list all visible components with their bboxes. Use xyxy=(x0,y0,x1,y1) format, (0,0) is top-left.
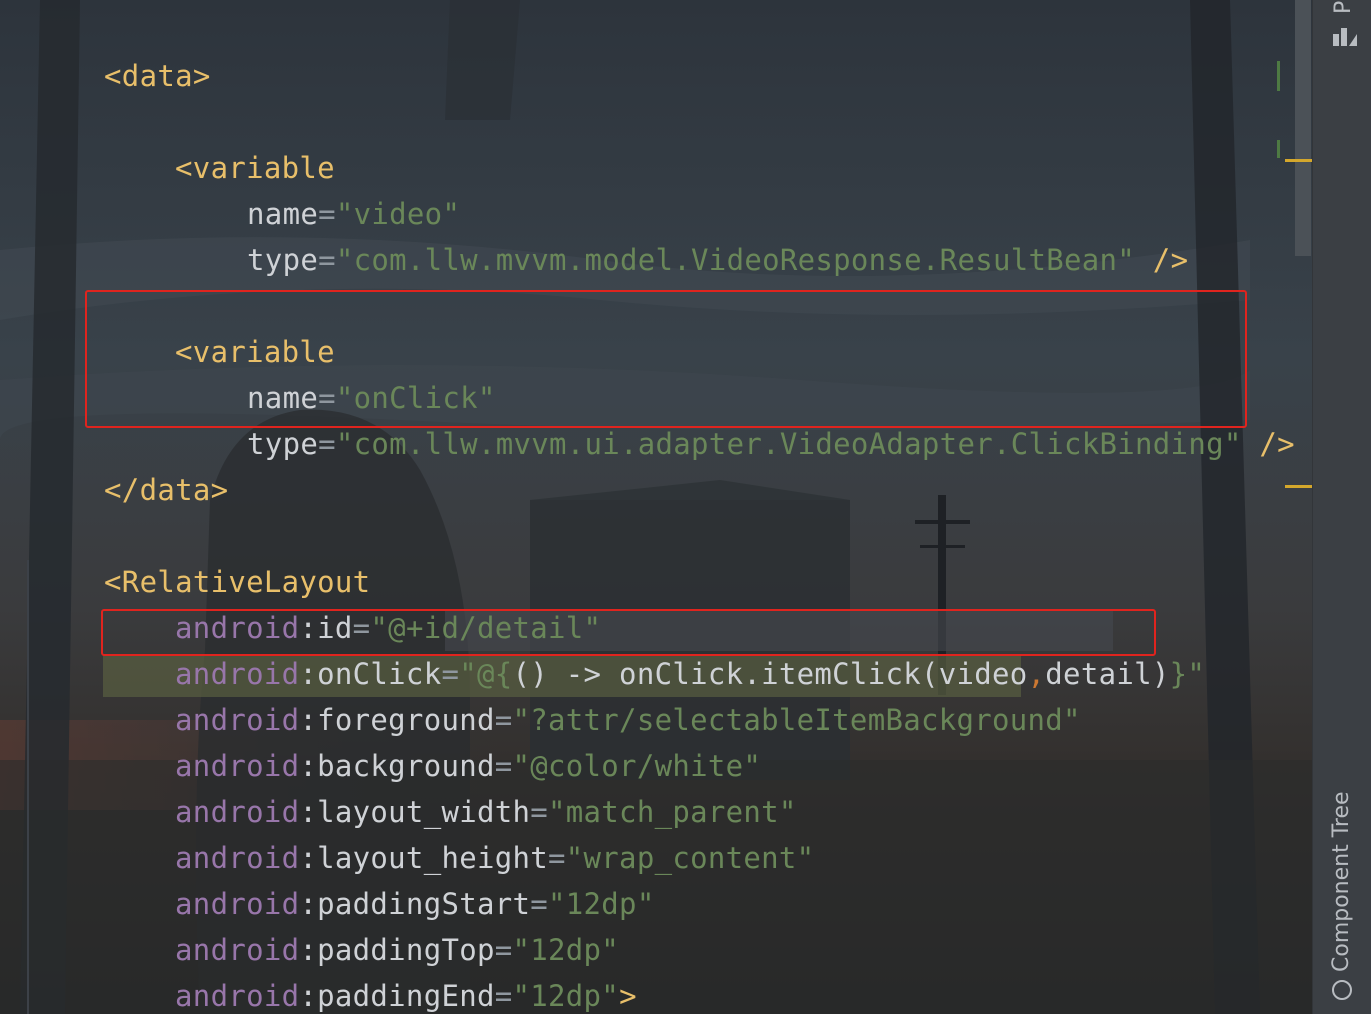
xml-tag-close: /> xyxy=(1135,243,1189,277)
tab-palette-label: P xyxy=(1331,0,1356,14)
attribute-value: "12dp" xyxy=(512,979,620,1013)
vcs-change-marker xyxy=(1277,140,1280,158)
attribute-name: type xyxy=(247,243,319,277)
code-line-android-id[interactable]: android:id="@+id/detail" xyxy=(104,559,601,645)
equals-sign: = xyxy=(318,243,336,277)
warning-stripe-marker[interactable] xyxy=(1285,485,1312,488)
code-line-name-onclick[interactable]: name="onClick" xyxy=(176,329,496,415)
code-editor[interactable]: <data> <variable name="video" type="com.… xyxy=(0,0,1312,1014)
attribute-name: :paddingEnd xyxy=(299,979,495,1013)
attribute-value: "com.llw.mvvm.ui.adapter.VideoAdapter.Cl… xyxy=(335,427,1242,461)
code-line-data-open[interactable]: <data> xyxy=(33,7,211,93)
attribute-name: type xyxy=(247,427,319,461)
component-tree-icon xyxy=(1331,980,1352,1000)
indent-guide xyxy=(27,560,29,1014)
tab-palette[interactable]: P xyxy=(1331,1,1356,14)
editor-scrollbar[interactable] xyxy=(1295,0,1311,256)
code-line-name-video[interactable]: name="video" xyxy=(176,145,460,231)
code-line-type-resultbean[interactable]: type="com.llw.mvvm.model.VideoResponse.R… xyxy=(176,191,1188,277)
palette-icon[interactable] xyxy=(1331,22,1359,48)
code-line-android-onclick[interactable]: android:onClick="@{() -> onClick.itemCli… xyxy=(104,605,1205,691)
code-line-android-padding-start[interactable]: android:paddingStart="12dp" xyxy=(104,835,655,921)
code-line-type-clickbinding[interactable]: type="com.llw.mvvm.ui.adapter.VideoAdapt… xyxy=(176,375,1295,461)
code-line-android-foreground[interactable]: android:foreground="?attr/selectableItem… xyxy=(104,651,1081,737)
code-line-data-close[interactable]: </data> xyxy=(33,421,228,507)
code-line-variable-open[interactable]: <variable xyxy=(104,283,335,369)
vcs-change-marker xyxy=(1277,61,1280,91)
equals-sign: = xyxy=(318,427,336,461)
code-line-android-padding-top[interactable]: android:paddingTop="12dp" xyxy=(104,881,619,967)
code-line-android-background[interactable]: android:background="@color/white" xyxy=(104,697,761,783)
tab-component-tree[interactable]: Component Tree xyxy=(1329,791,1354,1000)
xml-tag: </data> xyxy=(104,473,229,507)
xml-namespace: android xyxy=(175,979,300,1013)
binding-expression-close: }" xyxy=(1169,657,1206,691)
xml-tag: <data> xyxy=(104,59,211,93)
warning-stripe-marker[interactable] xyxy=(1285,159,1312,162)
xml-tag-close: /> xyxy=(1241,427,1295,461)
code-line-relativelayout-open[interactable]: <RelativeLayout xyxy=(33,513,370,599)
tab-component-tree-label: Component Tree xyxy=(1329,791,1354,972)
attribute-value: "com.llw.mvvm.model.VideoResponse.Result… xyxy=(335,243,1136,277)
code-line-android-layout-height[interactable]: android:layout_height="wrap_content" xyxy=(104,789,814,875)
code-line-variable-open[interactable]: <variable xyxy=(104,99,335,185)
code-line-android-layout-width[interactable]: android:layout_width="match_parent" xyxy=(104,743,797,829)
equals-sign: = xyxy=(494,979,513,1013)
code-line-android-padding-end[interactable]: android:paddingEnd="12dp"> xyxy=(104,927,637,1013)
xml-tag-close: > xyxy=(619,979,637,1013)
